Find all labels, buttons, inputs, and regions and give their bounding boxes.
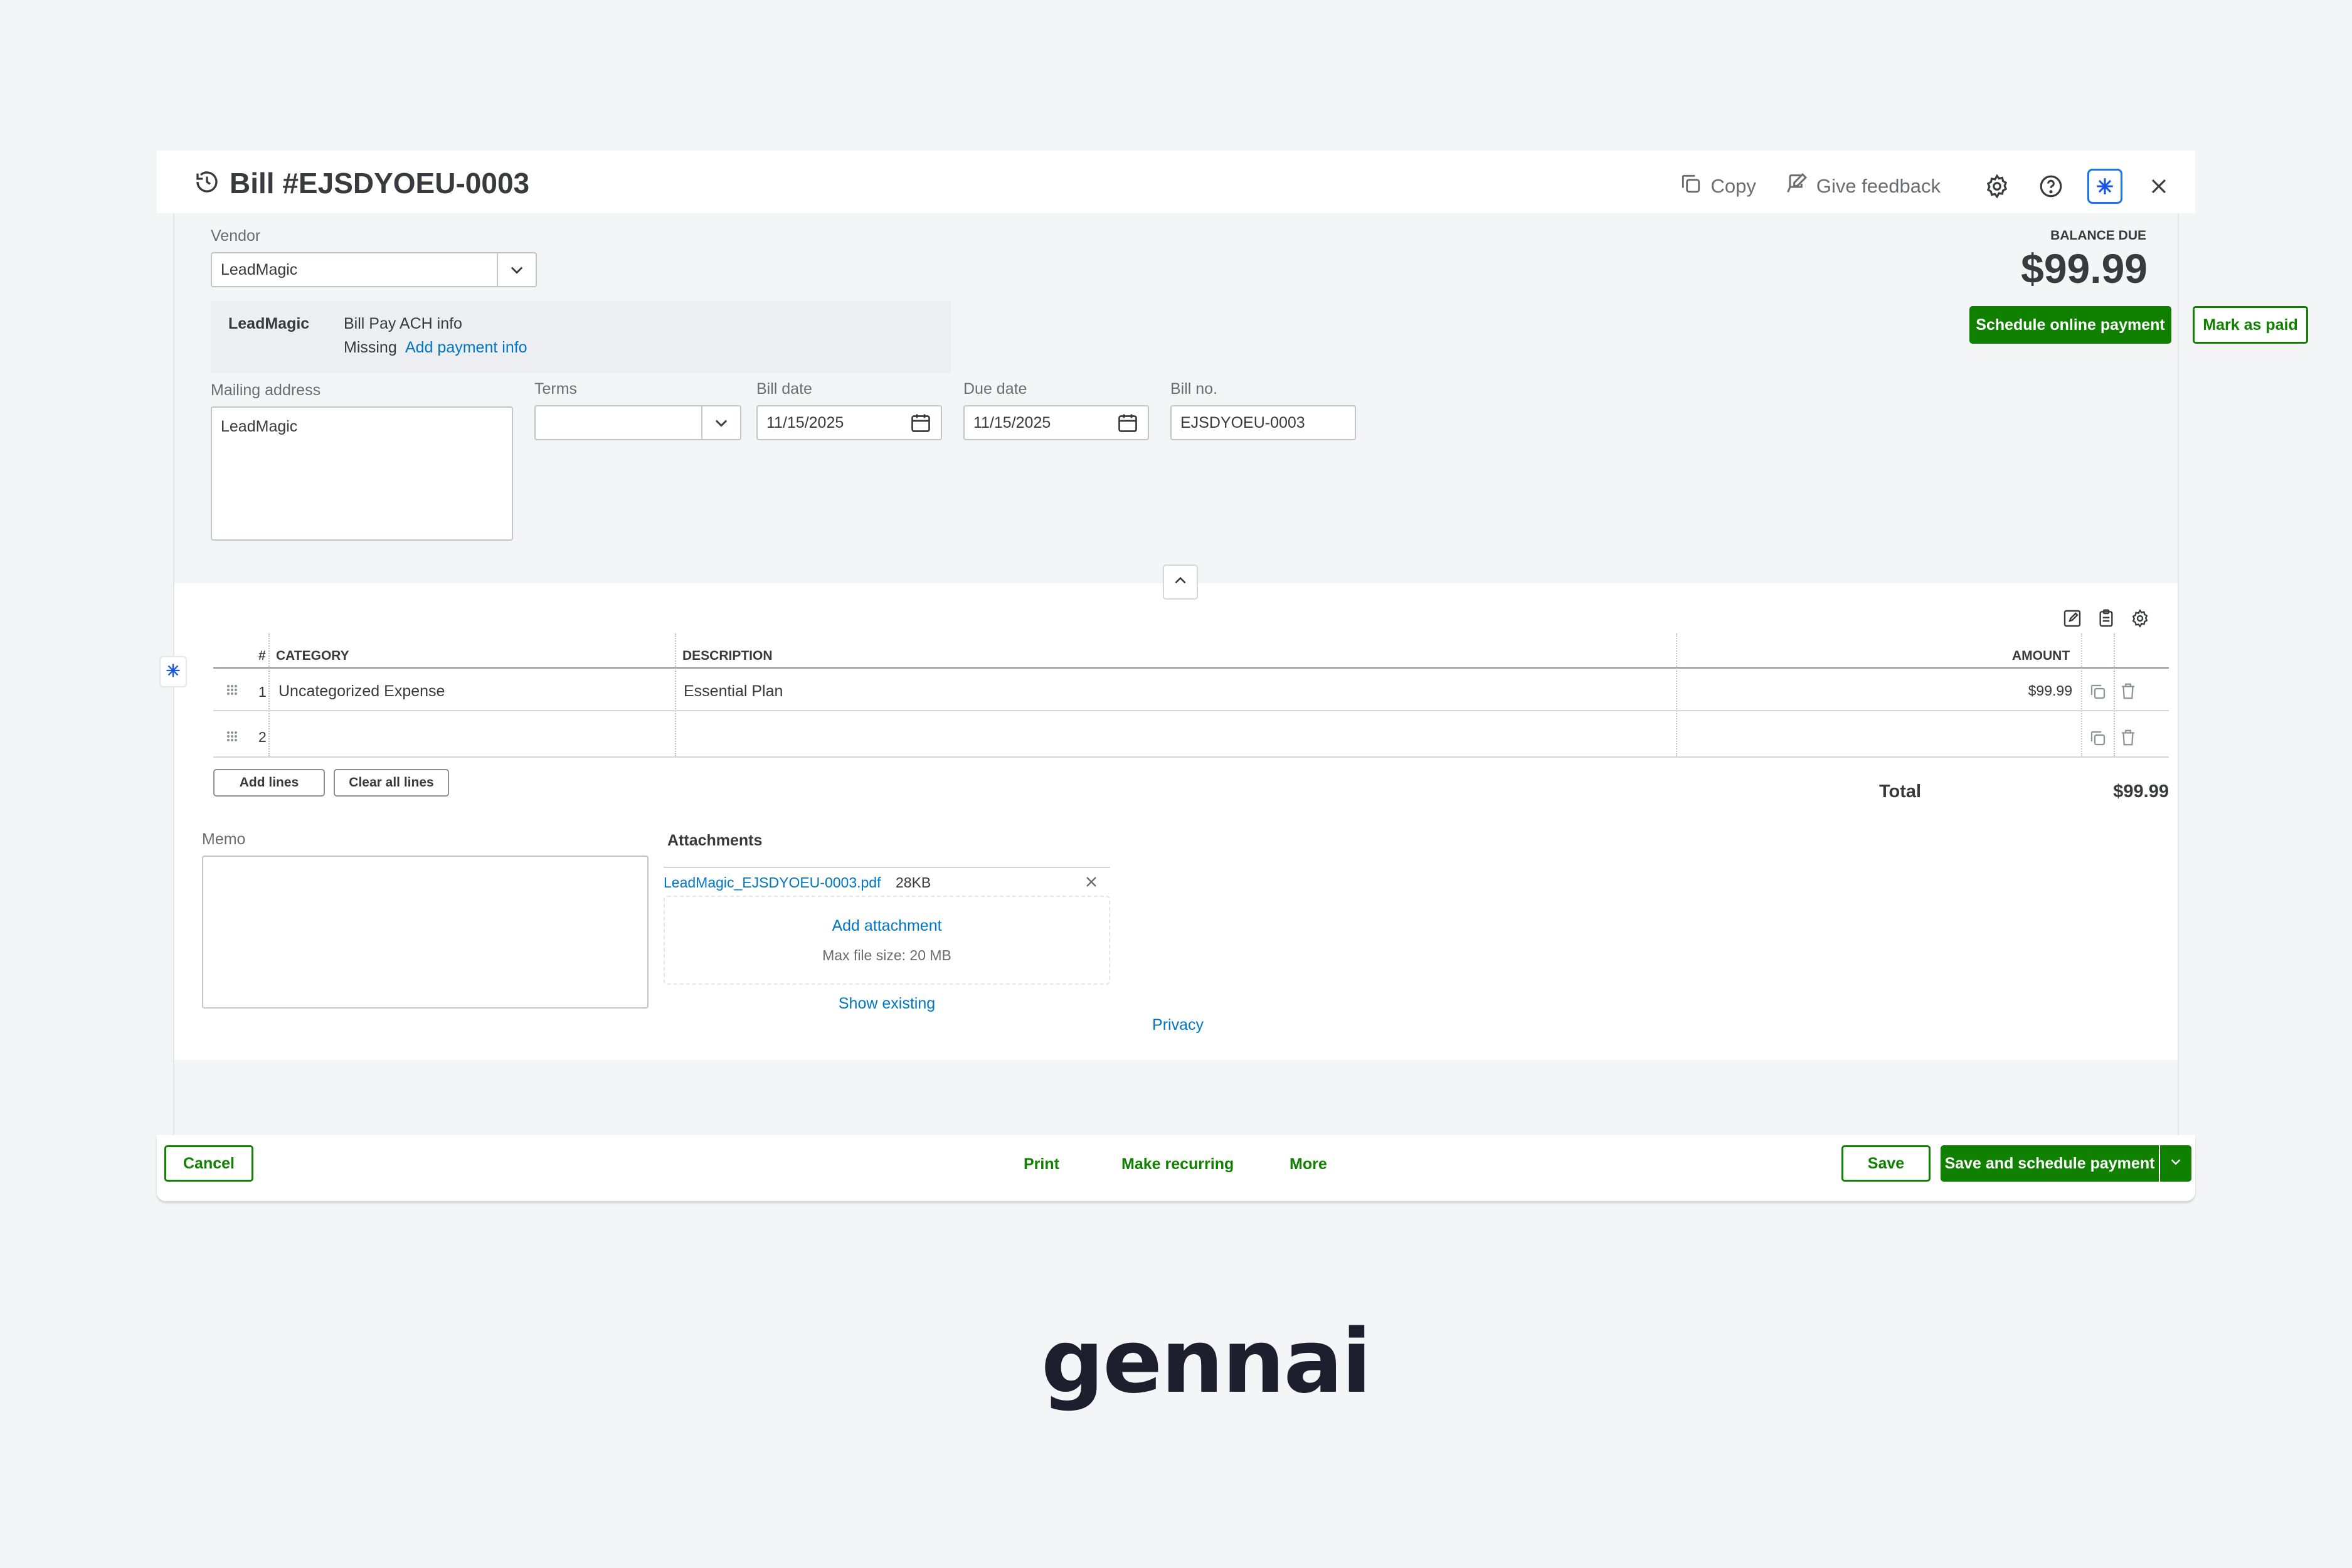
show-existing-link[interactable]: Show existing [664, 995, 1110, 1013]
delete-row-icon[interactable] [2119, 681, 2137, 704]
add-attachment-link[interactable]: Add attachment [665, 917, 1109, 935]
attachments-label: Attachments [667, 832, 763, 849]
remove-attachment-icon[interactable] [1083, 873, 1100, 894]
chevron-down-icon [2169, 1155, 2183, 1173]
cancel-button[interactable]: Cancel [164, 1145, 253, 1182]
clear-all-lines-button[interactable]: Clear all lines [334, 769, 449, 797]
total-value: $99.99 [2113, 781, 2169, 802]
col-amount: AMOUNT [2012, 649, 2070, 663]
clipboard-icon[interactable] [2096, 608, 2116, 632]
mailing-address-input[interactable]: LeadMagic [211, 406, 513, 541]
bill-date-input[interactable]: 11/15/2025 [756, 405, 942, 440]
help-icon[interactable] [2033, 169, 2069, 204]
max-file-size: Max file size: 20 MB [822, 947, 951, 963]
col-num: # [258, 649, 266, 663]
page-title: Bill #EJSDYOEU-0003 [230, 167, 530, 199]
settings-gear-icon[interactable] [1979, 169, 2015, 204]
calendar-icon[interactable] [1114, 406, 1142, 439]
vendor-info-status: Missing [344, 339, 397, 356]
add-lines-button[interactable]: Add lines [213, 769, 325, 797]
memo-label: Memo [202, 830, 246, 848]
copy-button[interactable]: Copy [1679, 172, 1756, 201]
bill-no-input[interactable]: EJSDYOEU-0003 [1170, 405, 1356, 440]
chevron-up-icon [1172, 573, 1189, 592]
due-date-label: Due date [963, 380, 1027, 398]
memo-input[interactable] [202, 856, 649, 1009]
bill-content: # CATEGORY DESCRIPTION AMOUNT 1 Uncatego… [173, 564, 2179, 1060]
save-options-dropdown[interactable] [2160, 1145, 2191, 1182]
row-category[interactable]: Uncategorized Expense [278, 682, 445, 701]
due-date-value: 11/15/2025 [973, 413, 1051, 432]
balance-due-amount: $99.99 [2021, 245, 2148, 292]
col-description: DESCRIPTION [682, 649, 773, 663]
save-and-schedule-payment-button[interactable]: Save and schedule payment [1941, 1145, 2159, 1182]
vendor-info-title: Bill Pay ACH info [344, 315, 462, 332]
close-icon[interactable] [2141, 169, 2176, 204]
attachment-file-link[interactable]: LeadMagic_EJSDYOEU-0003.pdf [664, 874, 881, 891]
add-payment-info-link[interactable]: Add payment info [405, 339, 527, 357]
attachment-file-size: 28KB [896, 874, 931, 891]
edit-icon[interactable] [2062, 608, 2082, 632]
make-recurring-button[interactable]: Make recurring [1121, 1155, 1234, 1173]
row-amount[interactable]: $99.99 [2016, 682, 2072, 699]
balance-due-label: BALANCE DUE [2050, 228, 2146, 243]
privacy-link[interactable]: Privacy [1115, 1016, 1241, 1034]
copy-label: Copy [1710, 175, 1756, 197]
bill-window: Bill #EJSDYOEU-0003 Copy Give feedback V… [157, 151, 2308, 1201]
col-category: CATEGORY [276, 649, 349, 663]
vendor-value: LeadMagic [221, 260, 298, 278]
collapse-button[interactable] [1163, 564, 1198, 600]
bill-date-label: Bill date [756, 380, 812, 398]
total-label: Total [1879, 781, 1922, 802]
feedback-icon [1784, 171, 1809, 201]
chevron-down-icon[interactable] [701, 406, 740, 439]
due-date-input[interactable]: 11/15/2025 [963, 405, 1149, 440]
vendor-info-name: LeadMagic [228, 315, 310, 332]
row-description[interactable]: Essential Plan [684, 682, 783, 701]
window-header: Bill #EJSDYOEU-0003 Copy Give feedback [157, 151, 2195, 213]
drag-handle-icon[interactable] [225, 729, 240, 747]
bill-date-value: 11/15/2025 [766, 413, 844, 432]
footer-bar: Cancel Print Make recurring More Save Sa… [157, 1135, 2195, 1201]
attachment-dropzone[interactable]: Add attachment Max file size: 20 MB [664, 896, 1110, 985]
terms-select[interactable] [534, 405, 741, 440]
bill-no-value: EJSDYOEU-0003 [1180, 413, 1305, 432]
row-num: 2 [258, 729, 267, 745]
ai-assistant-icon[interactable] [2087, 169, 2122, 204]
terms-label: Terms [534, 380, 578, 398]
calendar-icon[interactable] [907, 406, 935, 439]
bill-form-top: Vendor LeadMagic LeadMagic Bill Pay ACH … [173, 213, 2308, 583]
more-button[interactable]: More [1290, 1155, 1327, 1173]
chevron-down-icon[interactable] [497, 253, 536, 286]
delete-row-icon[interactable] [2119, 728, 2137, 751]
mark-as-paid-button[interactable]: Mark as paid [2193, 306, 2308, 344]
mailing-address-value: LeadMagic [221, 418, 298, 435]
save-button[interactable]: Save [1841, 1145, 1931, 1182]
history-icon[interactable] [194, 169, 220, 198]
vendor-label: Vendor [211, 227, 261, 245]
mailing-address-label: Mailing address [211, 381, 321, 399]
duplicate-row-icon[interactable] [2089, 729, 2107, 751]
vendor-payment-info: LeadMagic Bill Pay ACH info Missing Add … [211, 301, 951, 373]
print-button[interactable]: Print [1024, 1155, 1059, 1173]
drag-handle-icon[interactable] [225, 682, 240, 701]
schedule-online-payment-button[interactable]: Schedule online payment [1969, 306, 2171, 344]
ai-side-tab[interactable] [159, 656, 187, 687]
feedback-label: Give feedback [1816, 175, 1941, 197]
bill-no-label: Bill no. [1170, 380, 1218, 398]
copy-icon [1679, 172, 1703, 201]
ai-assistant-icon [164, 662, 182, 682]
table-tools [2062, 608, 2150, 632]
duplicate-row-icon[interactable] [2089, 682, 2107, 704]
brand-logo: gennai [1041, 1311, 1372, 1413]
row-num: 1 [258, 684, 267, 700]
table-settings-icon[interactable] [2130, 608, 2150, 632]
vendor-select[interactable]: LeadMagic [211, 252, 537, 287]
give-feedback-button[interactable]: Give feedback [1784, 171, 1941, 201]
